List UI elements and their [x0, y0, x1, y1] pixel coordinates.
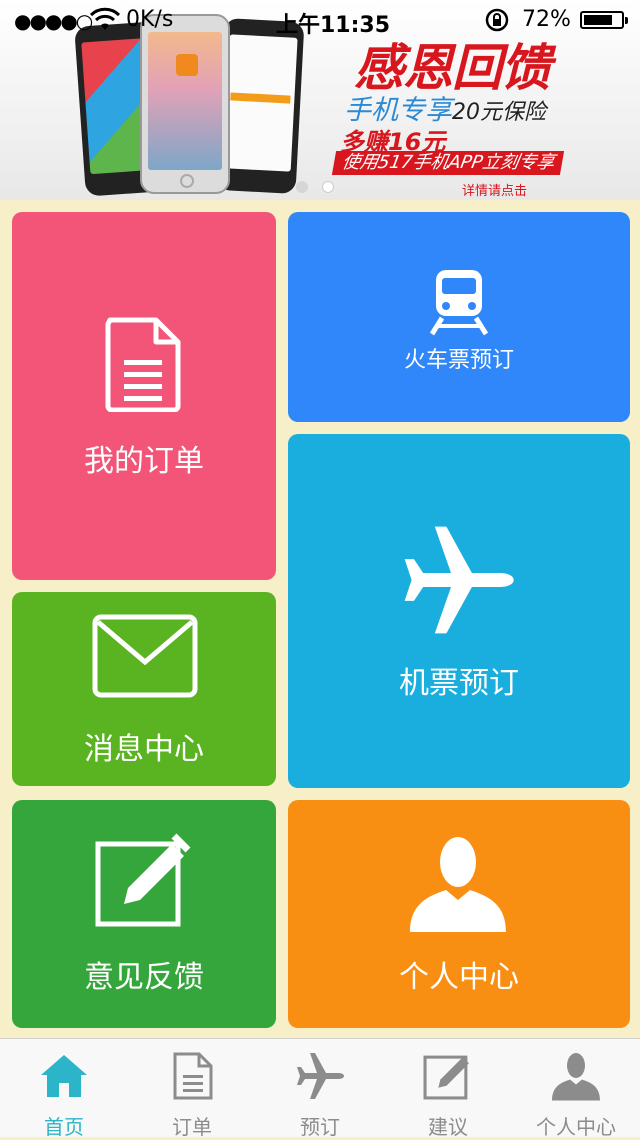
- profile-label: 个人中心: [399, 960, 519, 995]
- tab-orders[interactable]: 订单: [128, 1039, 256, 1139]
- banner-pager[interactable]: [296, 178, 348, 197]
- edit-icon: [423, 1055, 469, 1100]
- promo-details-link[interactable]: 详情请点击: [462, 180, 527, 199]
- pager-dot-active[interactable]: [322, 181, 334, 193]
- document-icon: [173, 1052, 213, 1100]
- person-icon: [410, 837, 506, 932]
- promo-line3: 使用517手机APP立刻专享: [331, 151, 565, 175]
- envelope-icon: [92, 614, 198, 698]
- document-icon: [105, 317, 181, 412]
- phones-image: [74, 14, 320, 197]
- message-center-label: 消息中心: [84, 732, 204, 767]
- tab-bar: 首页 订单 预订 建议 个人中心: [0, 1038, 640, 1139]
- tab-profile[interactable]: 个人中心: [512, 1039, 640, 1139]
- airplane-icon: [297, 1053, 344, 1099]
- battery-icon: [580, 11, 628, 29]
- signal-indicator: ●●●●○: [14, 9, 93, 33]
- airplane-icon: [404, 526, 514, 634]
- edit-icon: [95, 833, 191, 927]
- train-icon: [430, 270, 488, 336]
- tab-suggestions[interactable]: 建议: [384, 1039, 512, 1139]
- promo-line1-small: 20元保险: [452, 100, 546, 125]
- train-ticket-label: 火车票预订: [403, 348, 514, 373]
- my-orders-label: 我的订单: [84, 444, 204, 479]
- tab-home[interactable]: 首页: [0, 1039, 128, 1139]
- feedback-label: 意见反馈: [84, 960, 204, 995]
- rotation-lock-icon: [484, 7, 510, 39]
- tab-booking[interactable]: 预订: [256, 1039, 384, 1139]
- status-bar: ●●●●○ 0K/s 上午11:35 72%: [0, 0, 640, 40]
- pager-dot[interactable]: [296, 181, 308, 193]
- person-icon: [552, 1053, 600, 1101]
- wifi-icon: [89, 6, 121, 38]
- flight-ticket-label: 机票预订: [399, 666, 519, 701]
- status-time: 上午11:35: [276, 13, 391, 38]
- home-icon: [41, 1055, 87, 1097]
- phone-image-center: [140, 14, 230, 194]
- battery-percent: 72%: [522, 7, 571, 32]
- net-speed: 0K/s: [126, 7, 174, 32]
